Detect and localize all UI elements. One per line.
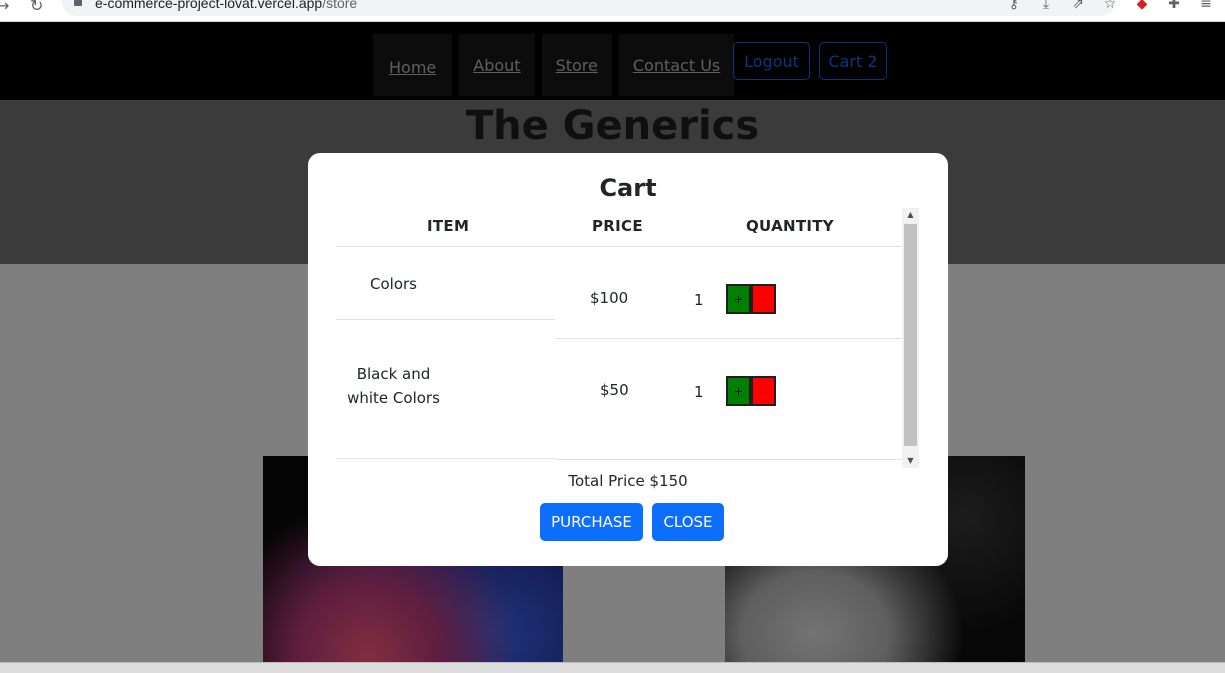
extension-shield-icon[interactable]: ◆	[1133, 0, 1151, 13]
decrease-quantity-button[interactable]: -	[751, 284, 776, 314]
row-divider	[336, 319, 555, 320]
increase-quantity-button[interactable]: +	[726, 376, 751, 406]
header-price: PRICE	[592, 217, 643, 235]
browser-actions: ⚷ ⤓ ⇗ ☆ ◆ ✚ ≡	[1005, 0, 1225, 15]
lock-icon[interactable]	[74, 0, 82, 6]
address-bar[interactable]: e-commerce-project-lovat.vercel.app/stor…	[62, 0, 1115, 16]
browser-toolbar: → ↻ e-commerce-project-lovat.vercel.app/…	[0, 0, 1225, 22]
share-icon[interactable]: ⇗	[1069, 0, 1087, 13]
install-icon[interactable]: ⤓	[1037, 0, 1055, 13]
forward-icon[interactable]: →	[0, 0, 9, 15]
purchase-button[interactable]: PURCHASE	[540, 503, 643, 541]
cart-item-quantity: 1	[694, 291, 704, 309]
cart-scrollbar[interactable]: ▲ ▼	[902, 208, 919, 468]
increase-quantity-button[interactable]: +	[726, 284, 751, 314]
puzzle-icon[interactable]: ✚	[1165, 0, 1183, 13]
scrollbar-thumb[interactable]	[904, 224, 917, 446]
row-divider	[555, 338, 902, 339]
cart-modal: Cart ITEM PRICE QUANTITY Colors $100 1 +…	[308, 153, 948, 566]
key-icon[interactable]: ⚷	[1005, 0, 1023, 13]
horizontal-scrollbar[interactable]	[0, 662, 1225, 673]
row-divider	[336, 458, 555, 459]
star-icon[interactable]: ☆	[1101, 0, 1119, 13]
reading-list-icon[interactable]: ≡	[1197, 0, 1215, 13]
url-text: e-commerce-project-lovat.vercel.app/stor…	[95, 0, 358, 11]
cart-table: ITEM PRICE QUANTITY Colors $100 1 + - Bl…	[336, 208, 920, 468]
close-button[interactable]: CLOSE	[652, 503, 724, 541]
header-item: ITEM	[427, 217, 470, 235]
cart-item-price: $50	[600, 381, 629, 399]
header-quantity: QUANTITY	[746, 217, 834, 235]
scroll-down-icon[interactable]: ▼	[902, 454, 919, 468]
header-divider	[336, 246, 902, 247]
total-price: Total Price $150	[568, 472, 688, 490]
cart-item-name: Colors	[370, 275, 417, 293]
modal-title: Cart	[599, 174, 657, 202]
decrease-quantity-button[interactable]: -	[751, 376, 776, 406]
reload-icon[interactable]: ↻	[30, 0, 43, 15]
scroll-up-icon[interactable]: ▲	[902, 208, 919, 222]
row-divider	[555, 459, 902, 460]
cart-item-quantity: 1	[694, 383, 704, 401]
cart-item-name: Black and white Colors	[347, 365, 440, 407]
cart-item-price: $100	[590, 289, 629, 307]
